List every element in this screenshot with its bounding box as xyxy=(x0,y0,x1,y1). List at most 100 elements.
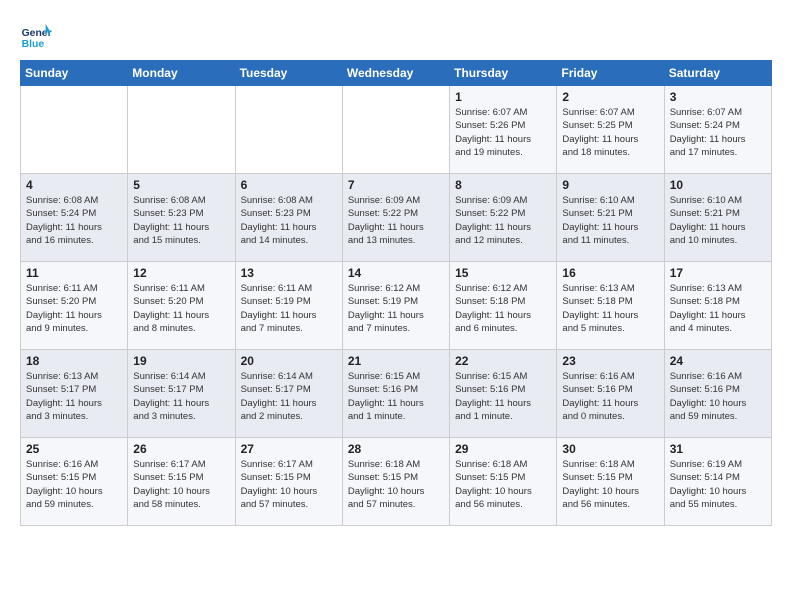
day-number: 12 xyxy=(133,266,229,280)
calendar-day: 20 Sunrise: 6:14 AM Sunset: 5:17 PM Dayli… xyxy=(235,350,342,438)
day-info: Sunrise: 6:16 AM Sunset: 5:16 PM Dayligh… xyxy=(562,370,658,423)
day-number: 24 xyxy=(670,354,766,368)
calendar-week-2: 4Sunrise: 6:08 AM Sunset: 5:24 PM Daylig… xyxy=(21,174,772,262)
day-number: 8 xyxy=(455,178,551,192)
weekday-header-sunday: Sunday xyxy=(21,61,128,86)
page-header: General Blue xyxy=(20,20,772,52)
day-number: 14 xyxy=(348,266,444,280)
calendar-day: 23 Sunrise: 6:16 AM Sunset: 5:16 PM Dayli… xyxy=(557,350,664,438)
day-number: 1 xyxy=(455,90,551,104)
calendar-day: 10Sunrise: 6:10 AM Sunset: 5:21 PM Dayli… xyxy=(664,174,771,262)
day-info: Sunrise: 6:07 AM Sunset: 5:24 PM Dayligh… xyxy=(670,106,766,159)
day-info: Sunrise: 6:18 AM Sunset: 5:15 PM Dayligh… xyxy=(348,458,444,511)
calendar-day: 25 Sunrise: 6:16 AM Sunset: 5:15 PM Dayli… xyxy=(21,438,128,526)
calendar-day xyxy=(342,86,449,174)
logo-icon: General Blue xyxy=(20,20,52,52)
calendar-day: 2 Sunrise: 6:07 AM Sunset: 5:25 PM Daylig… xyxy=(557,86,664,174)
day-info: Sunrise: 6:07 AM Sunset: 5:25 PM Dayligh… xyxy=(562,106,658,159)
calendar-day: 22 Sunrise: 6:15 AM Sunset: 5:16 PM Dayli… xyxy=(450,350,557,438)
day-info: Sunrise: 6:16 AM Sunset: 5:15 PM Dayligh… xyxy=(26,458,122,511)
calendar-day: 13 Sunrise: 6:11 AM Sunset: 5:19 PM Dayli… xyxy=(235,262,342,350)
day-number: 31 xyxy=(670,442,766,456)
day-number: 16 xyxy=(562,266,658,280)
calendar-day: 15Sunrise: 6:12 AM Sunset: 5:18 PM Dayli… xyxy=(450,262,557,350)
svg-text:Blue: Blue xyxy=(22,39,45,50)
day-number: 30 xyxy=(562,442,658,456)
day-info: Sunrise: 6:13 AM Sunset: 5:17 PM Dayligh… xyxy=(26,370,122,423)
calendar-week-5: 25 Sunrise: 6:16 AM Sunset: 5:15 PM Dayli… xyxy=(21,438,772,526)
day-info: Sunrise: 6:17 AM Sunset: 5:15 PM Dayligh… xyxy=(133,458,229,511)
calendar-day xyxy=(21,86,128,174)
weekday-header-thursday: Thursday xyxy=(450,61,557,86)
calendar-day: 4Sunrise: 6:08 AM Sunset: 5:24 PM Daylig… xyxy=(21,174,128,262)
day-number: 26 xyxy=(133,442,229,456)
calendar-day: 14Sunrise: 6:12 AM Sunset: 5:19 PM Dayli… xyxy=(342,262,449,350)
day-number: 5 xyxy=(133,178,229,192)
day-info: Sunrise: 6:09 AM Sunset: 5:22 PM Dayligh… xyxy=(455,194,551,247)
day-number: 17 xyxy=(670,266,766,280)
day-number: 6 xyxy=(241,178,337,192)
day-info: Sunrise: 6:11 AM Sunset: 5:19 PM Dayligh… xyxy=(241,282,337,335)
calendar-day: 27 Sunrise: 6:17 AM Sunset: 5:15 PM Dayli… xyxy=(235,438,342,526)
calendar-day: 21 Sunrise: 6:15 AM Sunset: 5:16 PM Dayli… xyxy=(342,350,449,438)
day-number: 19 xyxy=(133,354,229,368)
calendar-day: 11 Sunrise: 6:11 AM Sunset: 5:20 PM Dayli… xyxy=(21,262,128,350)
day-number: 2 xyxy=(562,90,658,104)
day-info: Sunrise: 6:07 AM Sunset: 5:26 PM Dayligh… xyxy=(455,106,551,159)
weekday-header-friday: Friday xyxy=(557,61,664,86)
day-number: 23 xyxy=(562,354,658,368)
weekday-header-wednesday: Wednesday xyxy=(342,61,449,86)
day-number: 3 xyxy=(670,90,766,104)
day-info: Sunrise: 6:15 AM Sunset: 5:16 PM Dayligh… xyxy=(348,370,444,423)
calendar-day xyxy=(235,86,342,174)
calendar-day: 29 Sunrise: 6:18 AM Sunset: 5:15 PM Dayli… xyxy=(450,438,557,526)
weekday-header-saturday: Saturday xyxy=(664,61,771,86)
calendar-day: 18 Sunrise: 6:13 AM Sunset: 5:17 PM Dayli… xyxy=(21,350,128,438)
day-info: Sunrise: 6:18 AM Sunset: 5:15 PM Dayligh… xyxy=(455,458,551,511)
day-number: 28 xyxy=(348,442,444,456)
day-number: 22 xyxy=(455,354,551,368)
day-number: 13 xyxy=(241,266,337,280)
day-info: Sunrise: 6:16 AM Sunset: 5:16 PM Dayligh… xyxy=(670,370,766,423)
day-number: 25 xyxy=(26,442,122,456)
day-number: 29 xyxy=(455,442,551,456)
day-info: Sunrise: 6:14 AM Sunset: 5:17 PM Dayligh… xyxy=(133,370,229,423)
calendar-day: 30 Sunrise: 6:18 AM Sunset: 5:15 PM Dayli… xyxy=(557,438,664,526)
day-number: 7 xyxy=(348,178,444,192)
day-info: Sunrise: 6:15 AM Sunset: 5:16 PM Dayligh… xyxy=(455,370,551,423)
day-number: 11 xyxy=(26,266,122,280)
calendar-day: 8 Sunrise: 6:09 AM Sunset: 5:22 PM Daylig… xyxy=(450,174,557,262)
day-info: Sunrise: 6:19 AM Sunset: 5:14 PM Dayligh… xyxy=(670,458,766,511)
day-info: Sunrise: 6:09 AM Sunset: 5:22 PM Dayligh… xyxy=(348,194,444,247)
day-info: Sunrise: 6:18 AM Sunset: 5:15 PM Dayligh… xyxy=(562,458,658,511)
day-number: 21 xyxy=(348,354,444,368)
calendar-day: 5 Sunrise: 6:08 AM Sunset: 5:23 PM Daylig… xyxy=(128,174,235,262)
calendar-day xyxy=(128,86,235,174)
day-number: 27 xyxy=(241,442,337,456)
day-info: Sunrise: 6:08 AM Sunset: 5:23 PM Dayligh… xyxy=(133,194,229,247)
day-number: 10 xyxy=(670,178,766,192)
calendar-day: 7 Sunrise: 6:09 AM Sunset: 5:22 PM Daylig… xyxy=(342,174,449,262)
calendar-week-1: 1 Sunrise: 6:07 AM Sunset: 5:26 PM Daylig… xyxy=(21,86,772,174)
calendar-day: 1 Sunrise: 6:07 AM Sunset: 5:26 PM Daylig… xyxy=(450,86,557,174)
calendar-day: 26 Sunrise: 6:17 AM Sunset: 5:15 PM Dayli… xyxy=(128,438,235,526)
day-number: 15 xyxy=(455,266,551,280)
calendar-day: 19 Sunrise: 6:14 AM Sunset: 5:17 PM Dayli… xyxy=(128,350,235,438)
day-info: Sunrise: 6:14 AM Sunset: 5:17 PM Dayligh… xyxy=(241,370,337,423)
logo: General Blue xyxy=(20,20,56,52)
weekday-header-tuesday: Tuesday xyxy=(235,61,342,86)
calendar-day: 9Sunrise: 6:10 AM Sunset: 5:21 PM Daylig… xyxy=(557,174,664,262)
day-info: Sunrise: 6:11 AM Sunset: 5:20 PM Dayligh… xyxy=(26,282,122,335)
day-info: Sunrise: 6:17 AM Sunset: 5:15 PM Dayligh… xyxy=(241,458,337,511)
calendar-table: SundayMondayTuesdayWednesdayThursdayFrid… xyxy=(20,60,772,526)
day-number: 9 xyxy=(562,178,658,192)
day-number: 20 xyxy=(241,354,337,368)
calendar-day: 17Sunrise: 6:13 AM Sunset: 5:18 PM Dayli… xyxy=(664,262,771,350)
calendar-week-4: 18 Sunrise: 6:13 AM Sunset: 5:17 PM Dayli… xyxy=(21,350,772,438)
calendar-week-3: 11 Sunrise: 6:11 AM Sunset: 5:20 PM Dayli… xyxy=(21,262,772,350)
calendar-day: 3 Sunrise: 6:07 AM Sunset: 5:24 PM Daylig… xyxy=(664,86,771,174)
day-info: Sunrise: 6:08 AM Sunset: 5:24 PM Dayligh… xyxy=(26,194,122,247)
day-number: 18 xyxy=(26,354,122,368)
calendar-day: 16Sunrise: 6:13 AM Sunset: 5:18 PM Dayli… xyxy=(557,262,664,350)
calendar-day: 12Sunrise: 6:11 AM Sunset: 5:20 PM Dayli… xyxy=(128,262,235,350)
